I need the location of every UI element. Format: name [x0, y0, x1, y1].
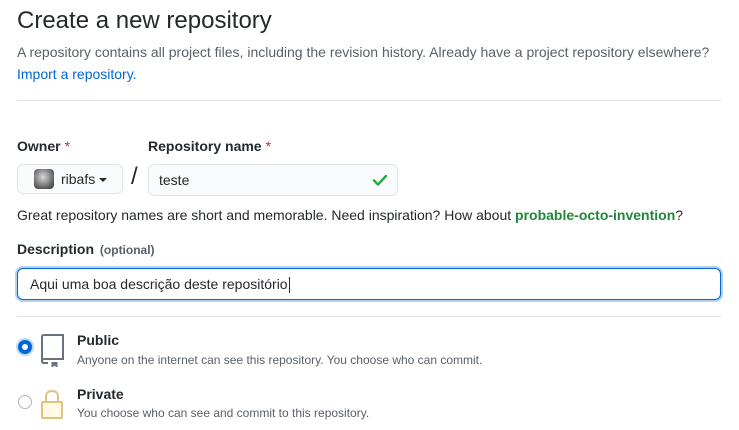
- private-option-description: You choose who can see and commit to thi…: [77, 406, 370, 420]
- import-repository-link[interactable]: Import a repository.: [17, 66, 137, 82]
- repository-name-input[interactable]: teste: [148, 164, 398, 196]
- repo-icon: [40, 334, 64, 367]
- repository-name-hint: Great repository names are short and mem…: [17, 205, 683, 225]
- subtitle-text: A repository contains all project files,…: [17, 44, 710, 60]
- hint-suffix: ?: [675, 207, 684, 223]
- hint-text: Great repository names are short and mem…: [17, 207, 516, 223]
- owner-dropdown[interactable]: ribafs: [17, 164, 123, 194]
- owner-label-text: Owner: [17, 138, 61, 154]
- public-radio[interactable]: [18, 340, 32, 354]
- description-label-text: Description: [17, 241, 95, 257]
- lock-icon: [41, 389, 63, 419]
- public-option-title: Public: [77, 332, 120, 348]
- public-option-description: Anyone on the internet can see this repo…: [77, 353, 483, 367]
- check-icon: [372, 174, 388, 186]
- private-option-title: Private: [77, 386, 124, 402]
- owner-label: Owner *: [17, 138, 70, 154]
- caret-down-icon: [99, 178, 108, 182]
- repository-name-label-text: Repository name: [148, 138, 262, 154]
- description-value: Aqui uma boa descrição deste repositório: [30, 276, 288, 292]
- repository-required-mark: *: [265, 138, 272, 154]
- private-radio[interactable]: [18, 395, 32, 409]
- owner-name: ribafs: [61, 171, 96, 187]
- optional-label: (optional): [99, 243, 155, 257]
- owner-repo-separator: /: [131, 163, 138, 190]
- page-subtitle: A repository contains all project files,…: [17, 41, 721, 85]
- description-divider: [17, 316, 721, 317]
- header-divider: [17, 100, 721, 101]
- user-avatar-icon: [34, 169, 54, 189]
- description-input[interactable]: Aqui uma boa descrição deste repositório: [17, 268, 721, 300]
- description-label: Description (optional): [17, 241, 155, 257]
- text-cursor: [288, 277, 290, 294]
- repository-name-label: Repository name *: [148, 138, 271, 154]
- name-suggestion[interactable]: probable-octo-invention: [515, 207, 675, 223]
- page-title: Create a new repository: [17, 7, 272, 34]
- owner-required-mark: *: [64, 138, 71, 154]
